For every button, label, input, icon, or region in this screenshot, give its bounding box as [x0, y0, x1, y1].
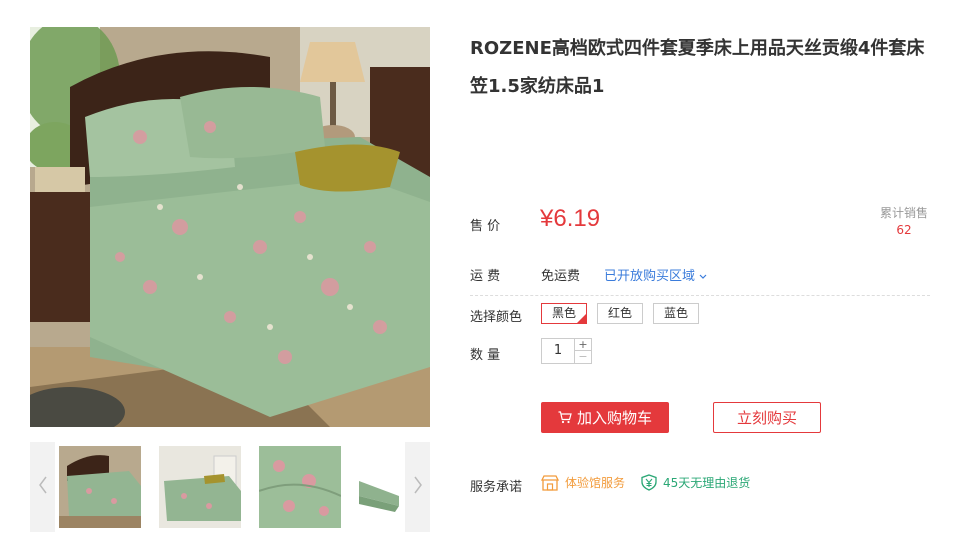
sales-number: 62 — [896, 223, 912, 237]
thumbnail-3[interactable] — [257, 444, 343, 530]
service-return-text: 45天无理由退货 — [663, 476, 751, 490]
shipping-label: 运 费 — [470, 269, 501, 284]
add-to-cart-button[interactable]: 加入购物车 — [541, 402, 669, 433]
chevron-right-icon — [413, 476, 423, 498]
thumbnail-1[interactable] — [57, 444, 143, 530]
shipping-value: 免运费 — [541, 269, 581, 284]
color-option-black[interactable]: 黑色 — [541, 303, 588, 324]
color-option-blue[interactable]: 蓝色 — [653, 303, 700, 324]
thumbnail-4[interactable] — [357, 444, 403, 530]
color-label: 选择颜色 — [470, 310, 523, 325]
quantity-decrease-button[interactable]: − — [575, 351, 592, 364]
main-product-image[interactable] — [30, 27, 430, 427]
divider — [470, 295, 930, 296]
thumbnail-strip — [30, 442, 430, 532]
cart-icon — [558, 411, 572, 424]
chevron-down-icon — [699, 269, 707, 284]
thumbnail-next-button[interactable] — [405, 442, 430, 532]
services-label: 服务承诺 — [470, 480, 523, 495]
service-showroom-text: 体验馆服务 — [565, 476, 626, 490]
color-option-red[interactable]: 红色 — [597, 303, 644, 324]
thumbnail-prev-button[interactable] — [30, 442, 55, 532]
region-link-text: 已开放购买区域 — [604, 269, 696, 284]
price-value: ¥6.19 — [540, 205, 601, 232]
region-link[interactable]: 已开放购买区域 — [604, 265, 707, 284]
add-to-cart-label: 加入购物车 — [576, 409, 652, 427]
buy-now-button[interactable]: 立刻购买 — [713, 402, 821, 433]
product-title-line-1: ROZENE高档欧式四件套夏季床上用品天丝贡缎4件套床 — [470, 38, 925, 59]
product-title: ROZENE高档欧式四件套夏季床上用品天丝贡缎4件套床 笠1.5家纺床品1 — [470, 30, 930, 106]
product-title-line-2: 笠1.5家纺床品1 — [470, 76, 605, 97]
thumbnail-2[interactable] — [157, 444, 243, 530]
price-label: 售 价 — [470, 219, 501, 234]
quantity-label: 数 量 — [470, 348, 501, 363]
sales-label: 累计销售 — [879, 206, 928, 220]
yen-shield-icon — [641, 474, 657, 491]
service-return[interactable]: 45天无理由退货 — [641, 474, 750, 491]
quantity-input[interactable]: 1 — [541, 338, 575, 364]
sales-count: 累计销售 62 — [880, 205, 928, 239]
service-showroom[interactable]: 体验馆服务 — [541, 474, 625, 491]
store-icon — [541, 474, 559, 491]
chevron-left-icon — [38, 476, 48, 498]
